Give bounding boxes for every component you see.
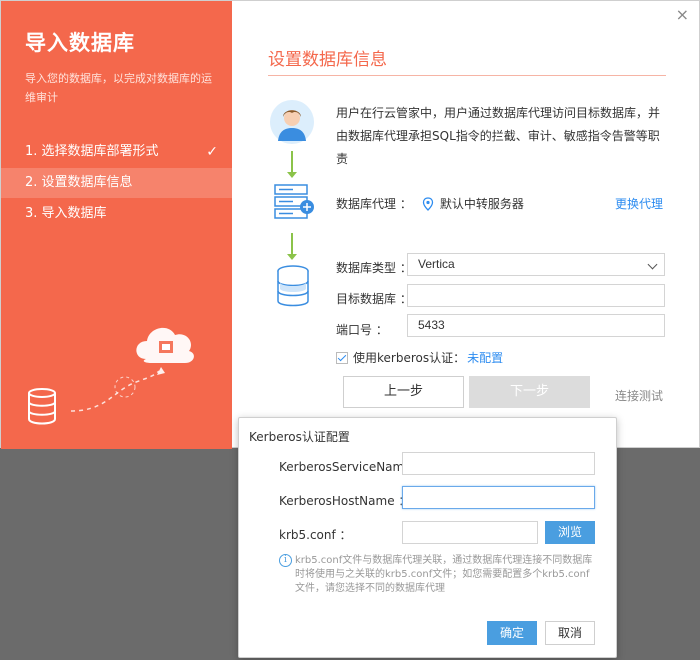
database-icon [28, 388, 56, 425]
check-icon: ✓ [206, 144, 218, 160]
kerberos-row: 使用kerberos认证： 未配置 [336, 349, 503, 366]
kerberos-checkbox[interactable] [336, 351, 348, 364]
import-illustration [28, 327, 194, 425]
kerberos-label: 使用kerberos认证： [353, 351, 466, 365]
sidebar-description: 导入您的数据库，以完成对数据库的运维审计 [25, 72, 212, 104]
target-database-icon [277, 265, 309, 307]
info-icon: i [279, 554, 292, 567]
kerberos-config-link[interactable]: 未配置 [467, 349, 503, 366]
host-name-input[interactable] [402, 486, 595, 509]
section-divider [268, 75, 666, 76]
section-title: 设置数据库信息 [268, 50, 387, 70]
flow-arrow [287, 151, 297, 178]
sidebar: 导入数据库 导入您的数据库，以完成对数据库的运维审计 1. 选择数据库部署形式 … [1, 1, 232, 449]
krb5-conf-label: krb5.conf ： [279, 528, 352, 542]
service-name-input[interactable] [402, 452, 595, 475]
target-db-label: 目标数据库 ： [336, 292, 412, 306]
step-select-deployment[interactable]: 1. 选择数据库部署形式 ✓ [1, 137, 232, 167]
db-type-select[interactable]: Vertica [407, 253, 665, 276]
flow-arrow [287, 233, 297, 260]
import-database-window: 导入数据库 导入您的数据库，以完成对数据库的运维审计 1. 选择数据库部署形式 … [0, 0, 700, 449]
close-icon[interactable]: × [676, 5, 689, 24]
step-label: 1. 选择数据库部署形式 [25, 144, 159, 159]
chevron-down-icon [647, 259, 658, 270]
port-label: 端口号 ： [336, 323, 388, 337]
dialog-title: Kerberos认证配置 [249, 430, 350, 444]
cancel-button[interactable]: 取消 [545, 621, 595, 645]
db-type-value: Vertica [418, 257, 455, 271]
prev-button[interactable]: 上一步 [343, 376, 464, 408]
change-proxy-link[interactable]: 更换代理 [615, 195, 663, 212]
krb5-conf-input[interactable] [402, 521, 538, 544]
dashed-path [70, 370, 160, 412]
connection-test-link[interactable]: 连接测试 [615, 387, 663, 404]
proxy-value-text: 默认中转服务器 [439, 197, 524, 211]
location-pin-icon [422, 196, 433, 211]
cloud-icon [136, 327, 194, 363]
user-avatar-icon [270, 100, 314, 144]
port-input[interactable]: 5433 [407, 314, 665, 337]
next-button[interactable]: 下一步 [469, 376, 590, 408]
host-name-label: KerberosHostName ： [279, 494, 411, 508]
ok-button[interactable]: 确定 [487, 621, 537, 645]
step-set-database-info[interactable]: 2. 设置数据库信息 [1, 168, 232, 198]
kerberos-dialog: Kerberos认证配置 KerberosServiceName： Kerber… [238, 417, 617, 658]
proxy-row: 数据库代理 ： 默认中转服务器 [336, 195, 524, 212]
info-text: krb5.conf文件与数据库代理关联，通过数据库代理连接不同数据库时将使用与之… [295, 555, 593, 594]
db-type-label: 数据库类型 ： [336, 261, 412, 275]
browse-button[interactable]: 浏览 [545, 521, 595, 544]
proxy-value: 默认中转服务器 [422, 195, 524, 212]
target-db-input[interactable] [407, 284, 665, 307]
sidebar-title: 导入数据库 [25, 31, 135, 55]
proxy-label: 数据库代理 ： [336, 197, 412, 211]
intro-text: 用户在行云管家中，用户通过数据库代理访问目标数据库，并由数据库代理承担SQL指令… [336, 106, 661, 166]
step-label: 2. 设置数据库信息 [25, 175, 133, 190]
step-import-database[interactable]: 3. 导入数据库 [1, 199, 232, 229]
database-proxy-icon [274, 184, 314, 219]
step-label: 3. 导入数据库 [25, 206, 107, 221]
